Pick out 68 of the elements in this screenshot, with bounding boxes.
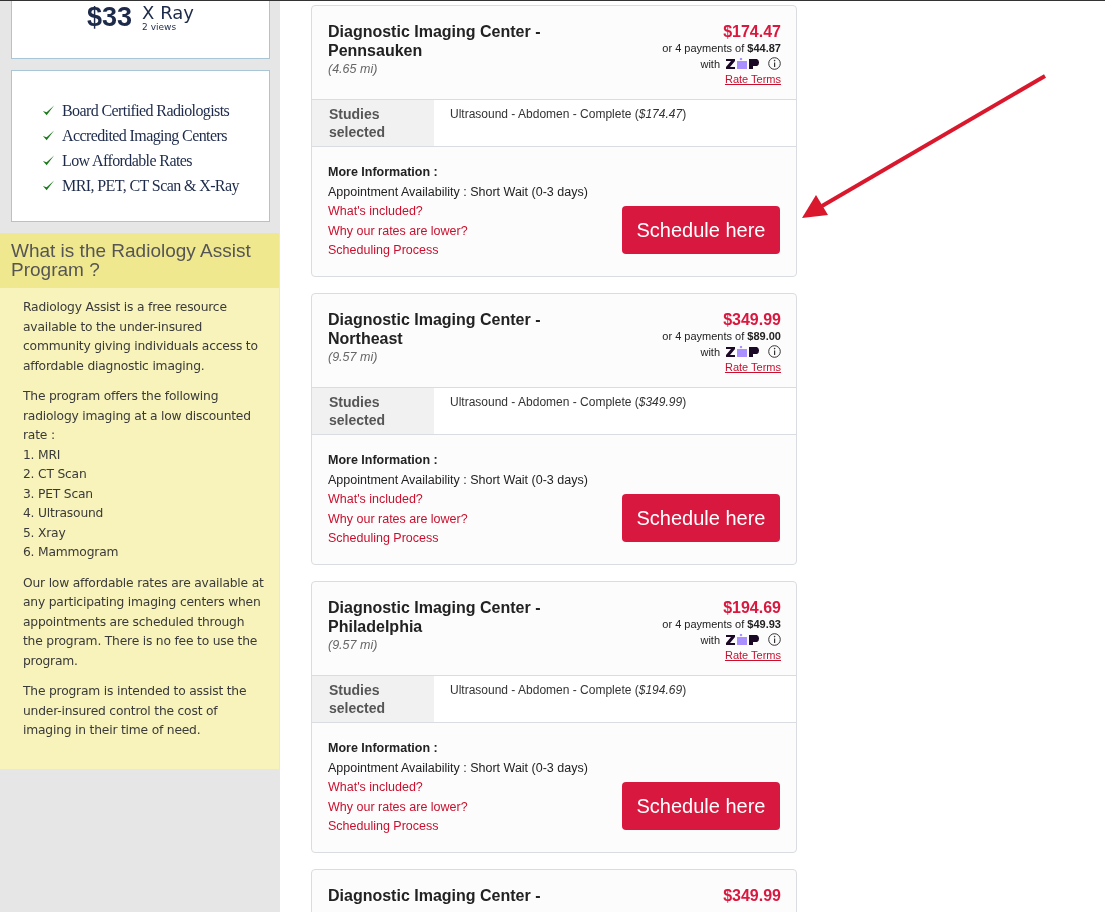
more-info-heading: More Information : <box>328 452 439 469</box>
program-text: 1. MRI <box>23 446 62 464</box>
program-text: 6. Mammogram <box>23 544 120 561</box>
info-icon[interactable] <box>768 57 781 70</box>
info-link[interactable]: Scheduling Process <box>328 817 588 837</box>
center-name: Diagnostic Imaging Center - Pennsauken <box>328 22 542 60</box>
rate-terms-link[interactable]: Rate Terms <box>724 361 781 373</box>
info-link[interactable]: Scheduling Process <box>328 529 588 549</box>
zip-logo <box>726 345 762 358</box>
installment-text: or 4 payments of $44.87 <box>662 42 781 54</box>
program-text: 5. Xray <box>23 524 67 542</box>
with-text: with <box>700 57 720 70</box>
studies-label: Studies selected <box>312 676 434 722</box>
study-text: Ultrasound - Abdomen - Complete ($349.99) <box>450 395 687 409</box>
promo-title: X Ray <box>142 4 194 22</box>
study-text: Ultrasound - Abdomen - Complete ($194.69) <box>450 683 687 697</box>
schedule-button[interactable]: Schedule here <box>622 206 780 254</box>
installment-text: or 4 payments of $89.00 <box>662 330 781 342</box>
program-text: The program offers the following radiology imaging at a low discounted rate : <box>23 388 252 444</box>
with-text: with <box>700 345 720 358</box>
center-price: $349.99 <box>723 310 781 329</box>
feature-text: MRI, PET, CT Scan & X-Ray <box>62 176 239 195</box>
zip-logo <box>726 633 762 646</box>
info-link[interactable]: Why our rates are lower? <box>328 509 588 529</box>
center-price: $349.99 <box>723 886 781 905</box>
center-distance: (9.57 mi) <box>328 638 379 652</box>
center-distance: (4.65 mi) <box>328 62 379 76</box>
center-price: $194.69 <box>723 598 781 617</box>
availability-text: Appointment Availability : Short Wait (0-3 days) <box>328 759 588 777</box>
program-text: Radiology Assist is a free resource available to the under-insured community giving individuals access to affordable diagnostic imaging. <box>23 299 259 375</box>
center-distance: (9.57 mi) <box>328 350 379 364</box>
info-icon[interactable] <box>768 345 781 358</box>
more-info-heading: More Information : <box>328 740 439 757</box>
rate-terms-link[interactable]: Rate Terms <box>724 73 781 85</box>
program-text: 3. PET Scan <box>23 485 94 503</box>
info-link[interactable]: What's included? <box>328 778 588 798</box>
center-price: $174.47 <box>723 22 781 41</box>
info-link[interactable]: What's included? <box>328 490 588 510</box>
program-text: The program is intended to assist the under-insured control the cost of imaging in their time of need. <box>23 683 248 739</box>
schedule-button[interactable]: Schedule here <box>622 494 780 542</box>
info-link[interactable]: What's included? <box>328 202 588 222</box>
studies-label: Studies selected <box>312 100 434 146</box>
more-info-heading: More Information : <box>328 164 439 181</box>
study-text: Ultrasound - Abdomen - Complete ($174.47) <box>450 107 687 121</box>
schedule-button[interactable]: Schedule here <box>622 782 780 830</box>
availability-text: Appointment Availability : Short Wait (0-3 days) <box>328 183 588 201</box>
installment-text: or 4 payments of $49.93 <box>662 618 781 630</box>
promo-price: $33 <box>87 4 133 31</box>
program-text: 2. CT Scan <box>23 466 88 483</box>
program-heading: What is the Radiology Assist Program ? <box>0 233 279 288</box>
info-link[interactable]: Why our rates are lower? <box>328 797 588 817</box>
feature-text: Board Certified Radiologists <box>62 101 230 120</box>
center-name: Diagnostic Imaging Center - Northeast <box>328 310 542 348</box>
rate-terms-link[interactable]: Rate Terms <box>724 649 781 661</box>
program-text: 4. Ultrasound <box>23 505 105 522</box>
center-name: Diagnostic Imaging Center - <box>328 886 542 905</box>
info-icon[interactable] <box>768 633 781 646</box>
promo-subtitle: 2 views <box>142 22 177 32</box>
availability-text: Appointment Availability : Short Wait (0-3 days) <box>328 471 588 489</box>
feature-text: Accredited Imaging Centers <box>62 126 227 145</box>
zip-logo <box>726 57 762 70</box>
feature-text: Low Affordable Rates <box>62 151 192 170</box>
program-text: Our low affordable rates are available at any participating imaging centers when appointments are scheduled through the program. There is no fee to use the program. <box>23 574 265 670</box>
with-text: with <box>700 633 720 646</box>
studies-label: Studies selected <box>312 388 434 434</box>
center-name: Diagnostic Imaging Center - Philadelphia <box>328 598 542 636</box>
info-link[interactable]: Why our rates are lower? <box>328 221 588 241</box>
info-link[interactable]: Scheduling Process <box>328 241 588 261</box>
